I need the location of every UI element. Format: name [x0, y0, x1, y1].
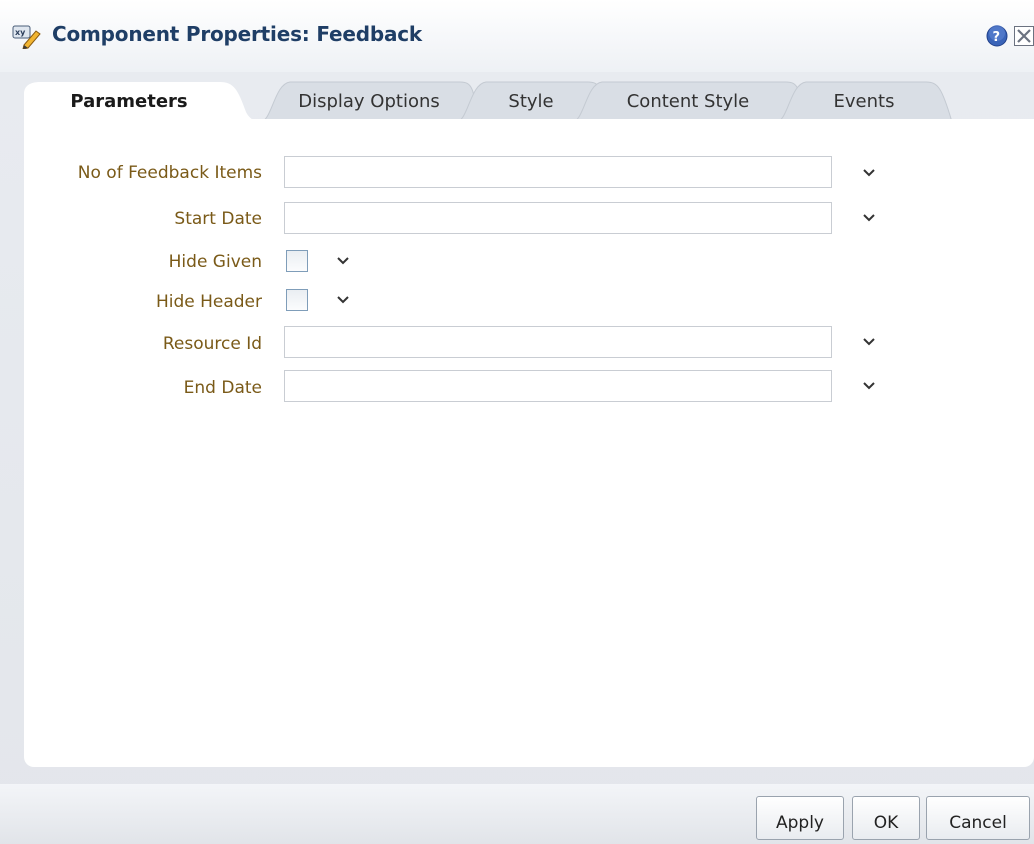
tab-label: Parameters: [70, 90, 188, 112]
tab-parameters[interactable]: Parameters: [24, 80, 264, 122]
resource-id-label: Resource Id: [162, 334, 262, 354]
resource-id-input[interactable]: [284, 326, 832, 358]
close-icon[interactable]: [1014, 26, 1034, 46]
cancel-button[interactable]: Cancel: [926, 796, 1030, 840]
chevron-down-icon[interactable]: [336, 256, 350, 266]
tab-display-options[interactable]: Display Options: [260, 80, 478, 122]
hide-header-label: Hide Header: [155, 292, 262, 312]
svg-text:?: ?: [993, 30, 1001, 45]
end-date-label: End Date: [183, 378, 262, 398]
xy-edit-icon: xy: [12, 25, 41, 49]
tab-events[interactable]: Events: [776, 80, 952, 122]
tab-label: Content Style: [626, 90, 750, 112]
hide-given-label: Hide Given: [168, 252, 262, 272]
hide-given-checkbox[interactable]: [286, 250, 308, 272]
tab-label: Style: [508, 90, 554, 112]
component-properties-dialog: xy Component Properties: Feedback ? Disp…: [0, 0, 1034, 844]
tab-label: Display Options: [298, 90, 440, 112]
chevron-down-icon[interactable]: [862, 381, 876, 391]
chevron-down-icon[interactable]: [336, 295, 350, 305]
title-bar: xy Component Properties: Feedback ?: [0, 0, 1034, 72]
tab-content-style[interactable]: Content Style: [572, 80, 804, 122]
chevron-down-icon[interactable]: [862, 337, 876, 347]
ok-button[interactable]: OK: [852, 796, 920, 840]
tab-label: Events: [833, 90, 895, 112]
apply-button[interactable]: Apply: [756, 796, 844, 840]
end-date-input[interactable]: [284, 370, 832, 402]
chevron-down-icon[interactable]: [862, 213, 876, 223]
start-date-input[interactable]: [284, 202, 832, 234]
help-icon[interactable]: ?: [986, 25, 1008, 47]
no-of-feedback-items-input[interactable]: [284, 156, 832, 188]
chevron-down-icon[interactable]: [862, 168, 876, 178]
svg-text:xy: xy: [15, 28, 26, 37]
start-date-label: Start Date: [174, 209, 262, 229]
no-of-feedback-items-label: No of Feedback Items: [77, 163, 262, 183]
tab-strip: Display Options Style Content Style Even…: [24, 72, 1034, 122]
hide-header-checkbox[interactable]: [286, 289, 308, 311]
dialog-title: Component Properties: Feedback: [52, 22, 422, 46]
